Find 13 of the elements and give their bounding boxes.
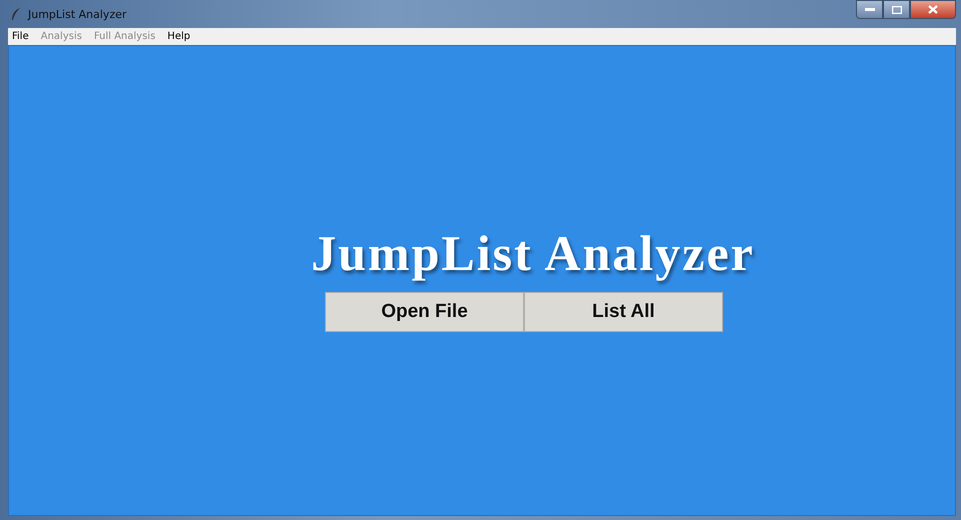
window-title: JumpList Analyzer: [28, 8, 127, 20]
feather-icon: [10, 7, 22, 21]
close-icon: [928, 5, 938, 14]
maximize-icon: [892, 6, 902, 14]
minimize-icon: [864, 8, 874, 12]
action-button[interactable]: List All: [524, 292, 723, 332]
close-button[interactable]: [910, 0, 956, 19]
minimize-button[interactable]: [856, 0, 883, 19]
menu-item[interactable]: Help: [167, 31, 190, 42]
maximize-button[interactable]: [883, 0, 910, 19]
menu-item[interactable]: File: [12, 31, 29, 42]
action-button[interactable]: Open File: [325, 292, 524, 332]
app-heading: JumpList Analyzer: [311, 224, 755, 282]
